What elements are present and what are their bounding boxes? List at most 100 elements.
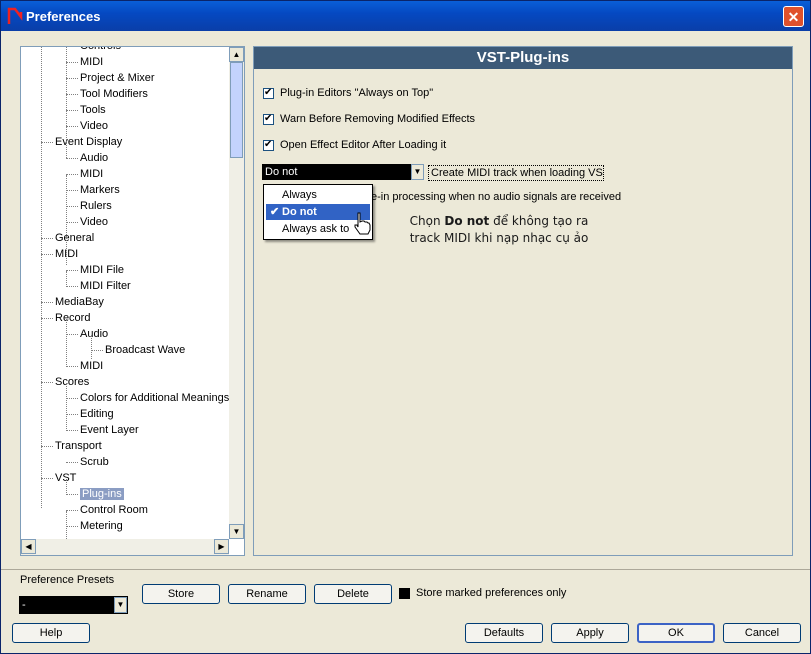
- tree-item[interactable]: MIDI: [80, 358, 103, 374]
- tree-item-label: Tools: [80, 104, 106, 116]
- tree-connector: [41, 382, 53, 383]
- tree-connector: [66, 398, 78, 399]
- tree-item[interactable]: Scrub: [80, 454, 109, 470]
- defaults-button[interactable]: Defaults: [465, 623, 543, 643]
- preferences-window: Preferences ✕ Controls MIDI Project & Mixe…: [0, 0, 811, 654]
- tree-item-label: Record: [55, 312, 91, 324]
- tree-item[interactable]: Video: [80, 118, 108, 134]
- tree-guide: [66, 47, 67, 158]
- tree-guide: [91, 335, 92, 359]
- tree-vertical-scrollbar[interactable]: ▲ ▼: [229, 47, 244, 539]
- select-value: Do not: [265, 166, 298, 178]
- option-always-on-top[interactable]: Plug-in Editors "Always on Top": [263, 86, 434, 101]
- checkbox-checked-icon[interactable]: [263, 112, 274, 125]
- option-label: Plug-in Editors "Always on Top": [280, 87, 434, 99]
- tree-item[interactable]: Record: [55, 310, 90, 326]
- tree-item-label: Controls: [80, 46, 121, 52]
- store-button[interactable]: Store: [142, 584, 220, 604]
- scroll-left-arrow-icon[interactable]: ◀: [21, 539, 36, 554]
- chevron-down-icon[interactable]: ▼: [411, 164, 424, 180]
- scroll-down-arrow-icon[interactable]: ▼: [229, 524, 244, 539]
- tree-connector: [66, 366, 78, 367]
- tree-item[interactable]: Scores: [55, 374, 89, 390]
- tree-item[interactable]: MediaBay: [55, 294, 104, 310]
- tree-connector: [66, 78, 78, 79]
- tree-guide: [41, 47, 42, 508]
- tree-item-label: Editing: [80, 408, 114, 420]
- tree-connector: [41, 446, 53, 447]
- rename-button[interactable]: Rename: [228, 584, 306, 604]
- tree-item[interactable]: MIDI: [80, 166, 103, 182]
- option-open-effect-editor[interactable]: Open Effect Editor After Loading it: [263, 138, 447, 153]
- tree-item[interactable]: Video: [80, 214, 108, 230]
- scroll-right-arrow-icon[interactable]: ▶: [214, 539, 229, 554]
- tree-item-label: Scores: [55, 376, 90, 388]
- checkmark-icon: ✔: [270, 206, 280, 218]
- checkbox-checked-icon[interactable]: [263, 138, 274, 151]
- tree-connector: [66, 94, 78, 95]
- tree-item-label: Video: [80, 216, 108, 228]
- tree-item-label: Rulers: [80, 200, 112, 212]
- tree-item[interactable]: Markers: [80, 182, 120, 198]
- tree-connector: [41, 142, 53, 143]
- tree-connector: [66, 206, 78, 207]
- scroll-up-arrow-icon[interactable]: ▲: [229, 47, 244, 62]
- tree-item[interactable]: Colors for Additional Meanings: [80, 390, 229, 406]
- cancel-button[interactable]: Cancel: [723, 623, 801, 643]
- panel-header: VST-Plug-ins: [254, 47, 792, 69]
- tree-item-label: MIDI: [80, 168, 104, 180]
- checkbox-icon[interactable]: [399, 587, 410, 599]
- option-warn-before-removing[interactable]: Warn Before Removing Modified Effects: [263, 112, 476, 127]
- tree-item[interactable]: MIDI Filter: [80, 278, 131, 294]
- settings-panel: VST-Plug-ins Plug-in Editors "Always on …: [253, 46, 793, 556]
- tree-item[interactable]: Metering: [80, 518, 123, 534]
- tree-guide: [66, 383, 67, 431]
- chevron-down-icon[interactable]: ▼: [114, 597, 127, 613]
- preference-presets-label: Preference Presets: [20, 574, 115, 586]
- tree-item-label: Markers: [80, 184, 120, 196]
- tree-item[interactable]: Controls: [80, 46, 121, 54]
- tree-item[interactable]: MIDI: [80, 54, 103, 70]
- help-button[interactable]: Help: [12, 623, 90, 643]
- delete-button[interactable]: Delete: [314, 584, 392, 604]
- tree-guide: [66, 175, 67, 265]
- tree-item-label: Control Room: [80, 504, 148, 516]
- annotation-suffix: để không tạo ra: [489, 214, 589, 228]
- tree-item[interactable]: Event Layer: [80, 422, 139, 438]
- tree-item[interactable]: Plug-ins: [80, 486, 124, 502]
- checkbox-checked-icon[interactable]: [263, 86, 274, 99]
- tree-horizontal-scrollbar[interactable]: ◀ ▶: [21, 539, 229, 555]
- tree-item[interactable]: MIDI File: [80, 262, 124, 278]
- tree-item[interactable]: Broadcast Wave: [105, 342, 185, 358]
- dropdown-option-always[interactable]: Always: [266, 187, 370, 203]
- scroll-thumb[interactable]: [230, 62, 243, 158]
- tree-item-label: Audio: [80, 328, 109, 340]
- dropdown-option-label: Do not: [282, 206, 317, 218]
- suspend-processing-option-label: e-in processing when no audio signals ar…: [371, 191, 622, 203]
- ok-button[interactable]: OK: [637, 623, 715, 643]
- tree-item-label: Colors for Additional Meanings: [80, 392, 230, 404]
- apply-button[interactable]: Apply: [551, 623, 629, 643]
- separator: [1, 569, 810, 570]
- tree-item[interactable]: Control Room: [80, 502, 148, 518]
- tree-item[interactable]: Audio: [80, 150, 108, 166]
- tree-item[interactable]: Tools: [80, 102, 106, 118]
- tree-item[interactable]: Audio: [80, 326, 108, 342]
- option-label: Warn Before Removing Modified Effects: [280, 113, 476, 125]
- tree-item-label: General: [55, 232, 95, 244]
- tree-item[interactable]: Editing: [80, 406, 114, 422]
- tree-guide: [66, 479, 67, 495]
- tree-item[interactable]: Transport: [55, 438, 102, 454]
- tree-item[interactable]: Tool Modifiers: [80, 86, 148, 102]
- preset-select[interactable]: - ▼: [19, 596, 128, 614]
- midi-track-select[interactable]: Do not ▼: [262, 164, 424, 180]
- store-marked-only-option[interactable]: Store marked preferences only: [399, 587, 566, 600]
- close-button[interactable]: ✕: [783, 6, 804, 27]
- tree-item[interactable]: Project & Mixer: [80, 70, 155, 86]
- option-label: Open Effect Editor After Loading it: [280, 139, 447, 151]
- tree-item[interactable]: Rulers: [80, 198, 112, 214]
- tree-connector: [66, 526, 78, 527]
- annotation-line-1: Chọn Do not để không tạo ra: [389, 213, 609, 230]
- tree-item[interactable]: General: [55, 230, 94, 246]
- window-title: Preferences: [26, 9, 101, 24]
